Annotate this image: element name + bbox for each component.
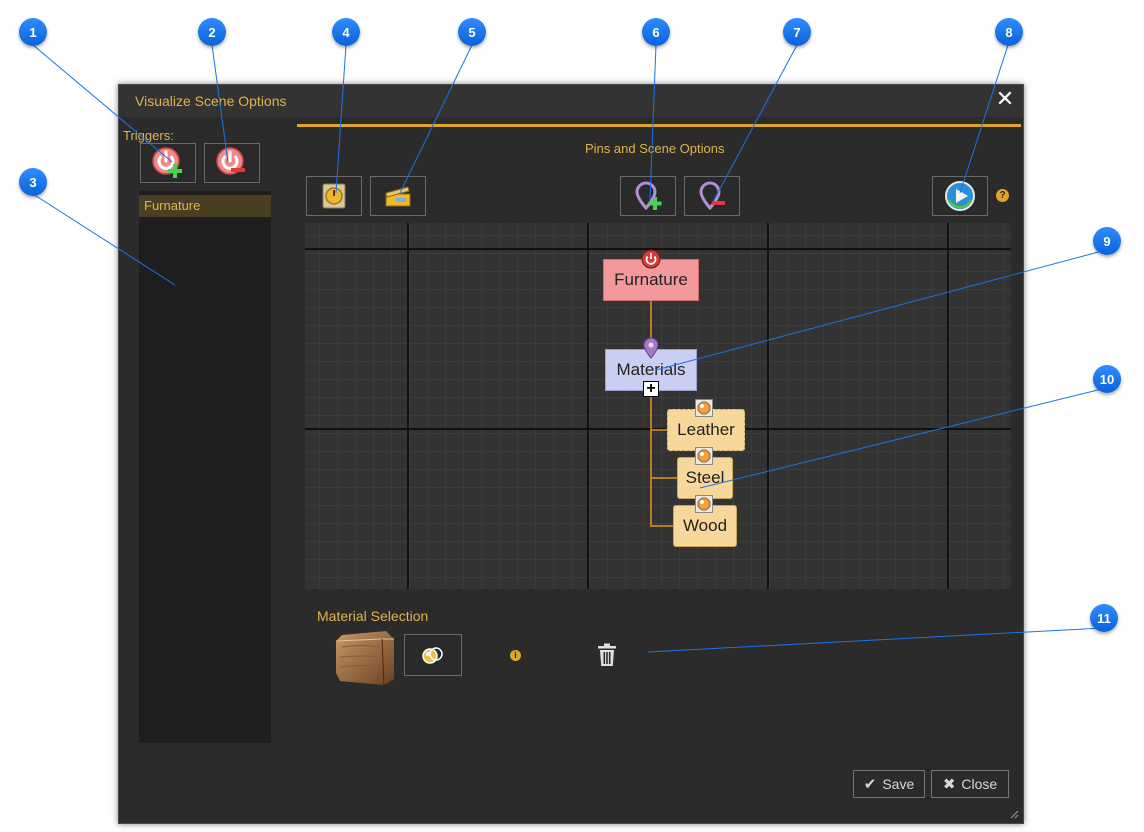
callout-7: 7 <box>783 18 811 46</box>
callout-10: 10 <box>1093 365 1121 393</box>
callout-leader-lines <box>32 44 1107 653</box>
callout-4: 4 <box>332 18 360 46</box>
callout-3: 3 <box>19 168 47 196</box>
callout-8: 8 <box>995 18 1023 46</box>
callout-11: 11 <box>1090 604 1118 632</box>
callout-9: 9 <box>1093 227 1121 255</box>
callout-2: 2 <box>198 18 226 46</box>
callout-5: 5 <box>458 18 486 46</box>
callout-1: 1 <box>19 18 47 46</box>
callout-6: 6 <box>642 18 670 46</box>
